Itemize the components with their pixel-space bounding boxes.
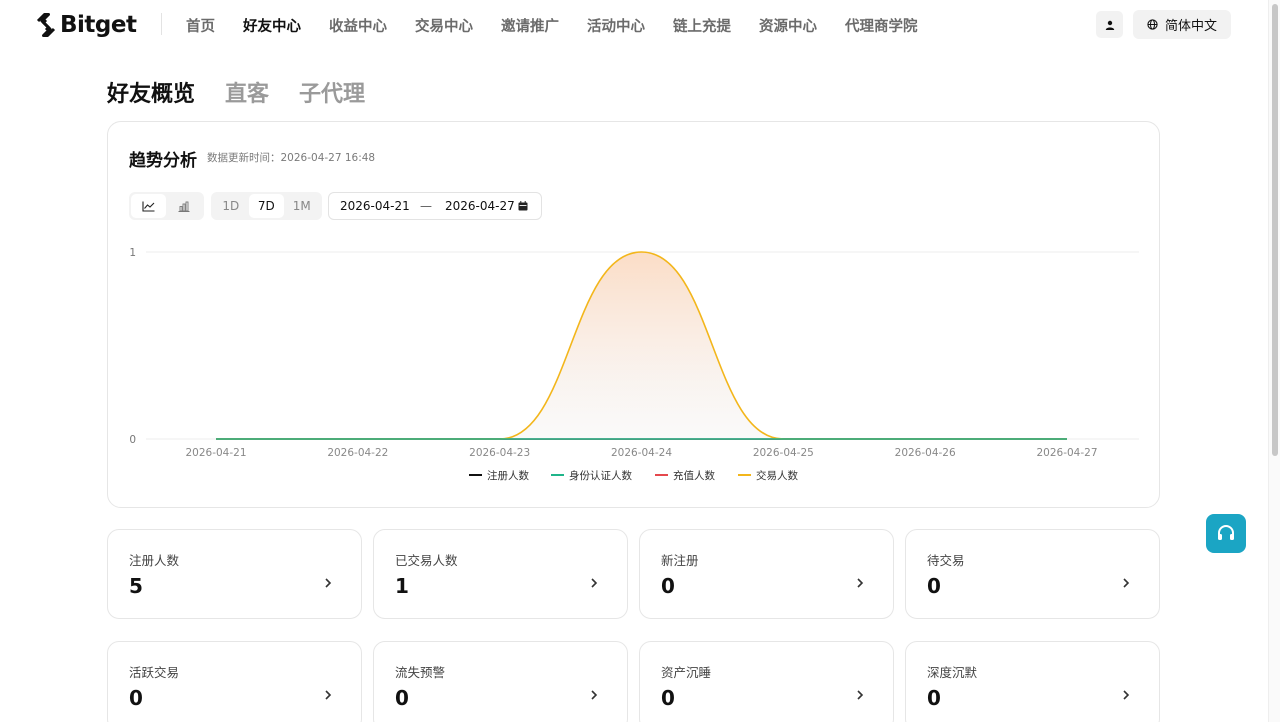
stat-value: 0 <box>927 574 941 598</box>
stat-label: 深度沉默 <box>927 665 978 680</box>
legend-label[interactable]: 注册人数 <box>487 469 529 482</box>
nav-item-earnings-center[interactable]: 收益中心 <box>329 15 387 36</box>
x-tick-label: 2026-04-27 <box>1036 447 1097 459</box>
stat-card-pending-trade[interactable]: 待交易 0 <box>905 529 1160 619</box>
language-button[interactable]: 简体中文 <box>1133 10 1231 39</box>
chevron-right-icon[interactable] <box>324 577 332 589</box>
nav-item-home[interactable]: 首页 <box>186 15 215 36</box>
bitget-logo[interactable]: Bitget <box>35 10 137 40</box>
page-tabs: 好友概览 直客 子代理 <box>107 76 395 108</box>
chevron-right-icon[interactable] <box>590 689 598 701</box>
stat-value: 5 <box>129 574 143 598</box>
scrollbar-thumb[interactable] <box>1272 4 1278 456</box>
nav-item-agent-academy[interactable]: 代理商学院 <box>845 15 918 36</box>
stat-value: 0 <box>395 686 409 710</box>
nav-item-onchain-deposit[interactable]: 链上充提 <box>673 15 731 36</box>
chevron-right-icon[interactable] <box>1122 689 1130 701</box>
stat-card-registered[interactable]: 注册人数 5 <box>107 529 362 619</box>
tab-sub-agents[interactable]: 子代理 <box>299 76 365 108</box>
x-tick-label: 2026-04-23 <box>469 447 530 459</box>
y-tick-label: 0 <box>129 434 136 446</box>
stat-label: 新注册 <box>661 553 699 568</box>
stat-value: 0 <box>927 686 941 710</box>
chevron-right-icon[interactable] <box>856 577 864 589</box>
header-divider <box>161 13 162 35</box>
globe-icon <box>1147 19 1158 30</box>
top-nav-bar: Bitget 首页 好友中心 收益中心 交易中心 邀请推广 活动中心 链上充提 … <box>0 0 1268 50</box>
stat-value: 1 <box>395 574 409 598</box>
x-tick-label: 2026-04-26 <box>895 447 956 459</box>
stat-card-new-registrations[interactable]: 新注册 0 <box>639 529 894 619</box>
customer-support-button[interactable] <box>1206 514 1246 553</box>
stat-label: 待交易 <box>927 553 965 568</box>
user-button[interactable] <box>1096 11 1123 38</box>
stat-label: 已交易人数 <box>395 553 458 568</box>
trend-line-chart: 0 1 2026-04-21 2026-04-22 2026-04-23 2026-04-… <box>129 247 1139 482</box>
tab-friends-overview[interactable]: 好友概览 <box>107 76 195 108</box>
main-nav: 首页 好友中心 收益中心 交易中心 邀请推广 活动中心 链上充提 资源中心 代理… <box>186 0 946 50</box>
trend-analysis-card: 趋势分析 数据更新时间：2026-04-27 16:48 1D 7D 1M 20… <box>107 121 1160 508</box>
stat-label: 资产沉睡 <box>661 665 712 680</box>
chevron-right-icon[interactable] <box>1122 577 1130 589</box>
stat-value: 0 <box>661 574 675 598</box>
x-tick-label: 2026-04-25 <box>753 447 814 459</box>
tab-direct-clients[interactable]: 直客 <box>225 76 269 108</box>
stat-label: 流失预警 <box>395 665 446 680</box>
stat-card-active-trading[interactable]: 活跃交易 0 <box>107 641 362 722</box>
stat-card-traded[interactable]: 已交易人数 1 <box>373 529 628 619</box>
bitget-logo-icon <box>36 13 56 37</box>
stat-value: 0 <box>661 686 675 710</box>
nav-item-friends-center[interactable]: 好友中心 <box>243 15 301 36</box>
nav-item-trading-center[interactable]: 交易中心 <box>415 15 473 36</box>
legend-label[interactable]: 交易人数 <box>756 469 798 482</box>
nav-item-activity-center[interactable]: 活动中心 <box>587 15 645 36</box>
nav-item-resource-center[interactable]: 资源中心 <box>759 15 817 36</box>
chevron-right-icon[interactable] <box>590 577 598 589</box>
series-area-3 <box>216 252 1067 439</box>
headset-icon <box>1218 525 1234 540</box>
stat-card-deep-silent[interactable]: 深度沉默 0 <box>905 641 1160 722</box>
stat-card-churn-warning[interactable]: 流失预警 0 <box>373 641 628 722</box>
nav-item-invite-promotion[interactable]: 邀请推广 <box>501 15 559 36</box>
chevron-right-icon[interactable] <box>324 689 332 701</box>
brand-name: Bitget <box>60 12 137 38</box>
stat-label: 注册人数 <box>129 553 180 568</box>
y-tick-label: 1 <box>129 247 136 259</box>
stat-label: 活跃交易 <box>129 665 180 680</box>
legend-label[interactable]: 身份认证人数 <box>569 469 632 482</box>
stat-value: 0 <box>129 686 143 710</box>
page-scrollbar[interactable] <box>1268 0 1280 722</box>
x-tick-label: 2026-04-24 <box>611 447 672 459</box>
legend-label[interactable]: 充值人数 <box>673 469 715 482</box>
x-tick-label: 2026-04-22 <box>327 447 388 459</box>
language-label: 简体中文 <box>1164 19 1217 34</box>
x-tick-label: 2026-04-21 <box>185 447 246 459</box>
chevron-right-icon[interactable] <box>856 689 864 701</box>
user-icon <box>1105 20 1114 30</box>
stat-card-dormant-assets[interactable]: 资产沉睡 0 <box>639 641 894 722</box>
